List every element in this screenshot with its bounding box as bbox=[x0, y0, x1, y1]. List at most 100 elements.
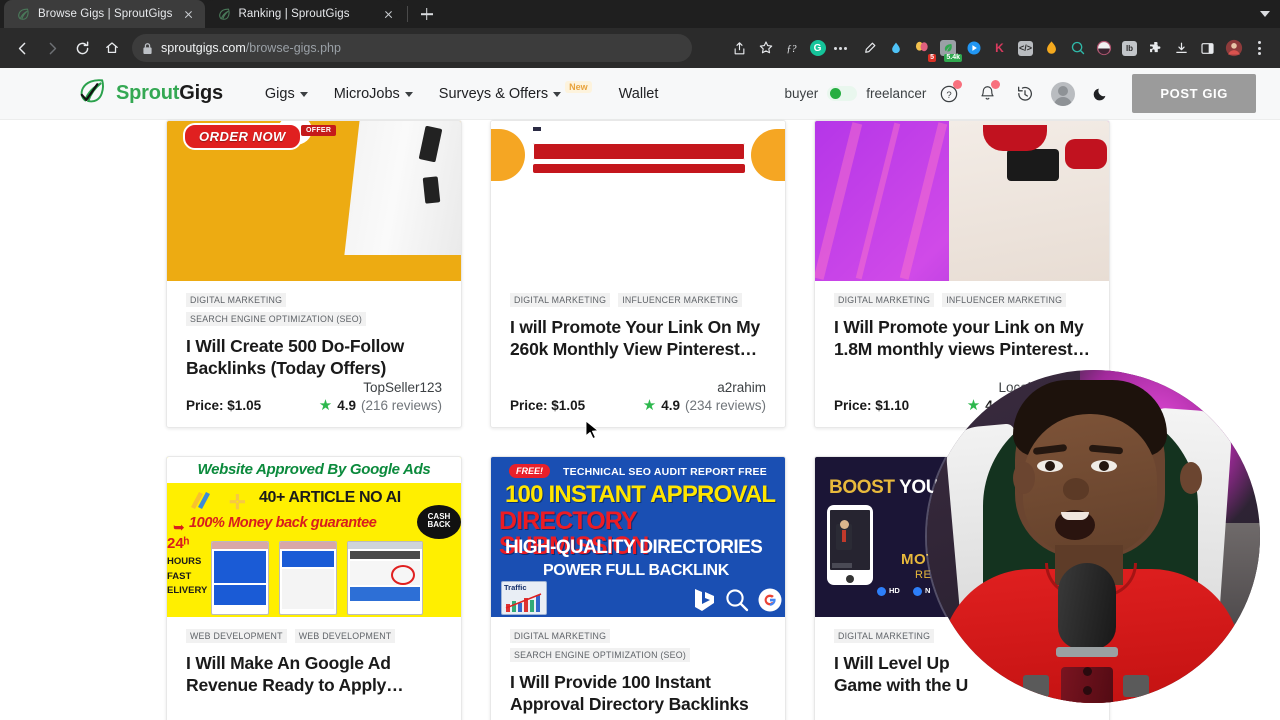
notification-dot bbox=[953, 79, 963, 89]
post-gig-button[interactable]: POST GIG bbox=[1132, 74, 1256, 113]
tab-title-1: Ranking | SproutGigs bbox=[238, 8, 350, 20]
sproutgigs-logo[interactable]: SproutGigs bbox=[76, 76, 223, 112]
thumb-line0: TECHNICAL SEO AUDIT REPORT FREE bbox=[563, 465, 767, 478]
reload-icon[interactable] bbox=[68, 34, 96, 62]
gig-tag[interactable]: DIGITAL MARKETING bbox=[510, 293, 611, 307]
tab-close-icon-1[interactable] bbox=[381, 6, 397, 22]
review-count: (234 reviews) bbox=[684, 397, 766, 413]
address-bar[interactable]: sproutgigs.com/browse-gigs.php bbox=[132, 34, 692, 62]
webcam-overlay bbox=[927, 370, 1260, 703]
gig-tag[interactable]: SEARCH ENGINE OPTIMIZATION (SEO) bbox=[510, 647, 691, 662]
puzzle-extensions-icon[interactable] bbox=[1143, 36, 1168, 61]
chevron-down-icon[interactable] bbox=[1260, 11, 1270, 17]
gig-tag[interactable]: SEARCH ENGINE OPTIMIZATION (SEO) bbox=[186, 312, 367, 326]
gig-thumbnail-2 bbox=[815, 121, 1109, 281]
more-extensions-icon[interactable] bbox=[831, 36, 856, 61]
role-toggle[interactable]: buyer freelancer bbox=[785, 86, 927, 101]
k-extension-icon[interactable]: K bbox=[987, 36, 1012, 61]
site-header: SproutGigs Gigs MicroJobs Surveys & Offe… bbox=[0, 68, 1280, 120]
gig-title-0[interactable]: I Will Create 500 Do-Follow Backlinks (T… bbox=[186, 335, 442, 380]
gig-tag[interactable]: DIGITAL MARKETING bbox=[834, 293, 935, 307]
gig-tags-0: DIGITAL MARKETING SEARCH ENGINE OPTIMIZA… bbox=[186, 293, 442, 326]
rating-value: 4.9 bbox=[661, 397, 680, 413]
font-size-icon[interactable]: ƒ? bbox=[779, 36, 804, 61]
mouse-cursor bbox=[585, 420, 600, 446]
url-text: sproutgigs.com/browse-gigs.php bbox=[161, 41, 341, 55]
order-now-badge: ORDER NOW bbox=[183, 123, 302, 150]
gig-tag[interactable]: DIGITAL MARKETING bbox=[510, 628, 611, 643]
nav-item-surveys-offers[interactable]: Surveys & Offers New bbox=[439, 80, 593, 102]
dark-circle-icon[interactable] bbox=[1091, 36, 1116, 61]
gig-title-2[interactable]: I Will Promote your Link on My 1.8M mont… bbox=[834, 316, 1090, 361]
thumb-line4: POWER FULL BACKLINK bbox=[543, 561, 729, 579]
gig-tags-4: DIGITAL MARKETING SEARCH ENGINE OPTIMIZA… bbox=[510, 628, 766, 662]
gig-title-1[interactable]: I will Promote Your Link On My 260k Mont… bbox=[510, 316, 766, 361]
lock-icon bbox=[142, 42, 153, 55]
browser-tab-0[interactable]: Browse Gigs | SproutGigs bbox=[4, 0, 205, 28]
gig-tag[interactable]: DIGITAL MARKETING bbox=[834, 628, 935, 643]
video-download-icon[interactable] bbox=[961, 36, 986, 61]
ib-extension-icon[interactable]: Ib bbox=[1117, 36, 1142, 61]
balloons-badge: 5 bbox=[928, 53, 936, 62]
gig-tag[interactable]: WEB DEVELOPMENT bbox=[186, 628, 287, 643]
chrome-menu-icon[interactable] bbox=[1247, 36, 1272, 61]
tab-close-icon-0[interactable] bbox=[181, 6, 197, 22]
back-icon[interactable] bbox=[8, 34, 36, 62]
avatar[interactable] bbox=[1048, 79, 1078, 109]
arrow-icon: ➥ bbox=[173, 518, 185, 535]
cashback-badge: CASH BACK bbox=[417, 504, 461, 539]
gig-price-0: Price: $1.05 bbox=[186, 397, 262, 413]
browser-window: Browse Gigs | SproutGigs Ranking | Sprou… bbox=[0, 0, 1280, 720]
main-navigation: Gigs MicroJobs Surveys & Offers New Wall… bbox=[265, 80, 659, 102]
nav-item-wallet[interactable]: Wallet bbox=[619, 86, 659, 102]
gig-tags-3: WEB DEVELOPMENT WEB DEVELOPMENT bbox=[186, 628, 442, 643]
downloads-icon[interactable] bbox=[1169, 36, 1194, 61]
nav-item-gigs[interactable]: Gigs bbox=[265, 86, 308, 102]
gig-seller-1[interactable]: a2rahim bbox=[510, 380, 766, 395]
bing-icon bbox=[695, 588, 714, 611]
tab-strip: Browse Gigs | SproutGigs Ranking | Sprou… bbox=[0, 0, 1280, 28]
grammarly-icon[interactable]: G bbox=[805, 36, 830, 61]
help-icon[interactable]: ? bbox=[934, 79, 964, 109]
gig-tag[interactable]: INFLUENCER MARKETING bbox=[618, 293, 743, 307]
gig-card-0[interactable]: ORDER NOW OFFER DIGITAL MARKETING SEARCH… bbox=[166, 120, 462, 428]
flame-icon[interactable] bbox=[1039, 36, 1064, 61]
magnifier-icon[interactable] bbox=[1065, 36, 1090, 61]
balloons-icon[interactable]: 5 bbox=[909, 36, 936, 62]
bell-icon[interactable] bbox=[972, 79, 1002, 109]
dark-mode-icon[interactable] bbox=[1086, 79, 1116, 109]
role-label-freelancer: freelancer bbox=[866, 86, 927, 101]
google-icon bbox=[758, 588, 782, 612]
gig-tag[interactable]: INFLUENCER MARKETING bbox=[942, 293, 1067, 307]
gig-seller-0[interactable]: TopSeller123 bbox=[186, 380, 442, 395]
eyedropper-icon[interactable] bbox=[857, 36, 882, 61]
gig-title-3[interactable]: I Will Make An Google Ad Revenue Ready t… bbox=[186, 652, 442, 697]
side-panel-icon[interactable] bbox=[1195, 36, 1220, 61]
gig-rating-0: ★ 4.9 (216 reviews) bbox=[319, 398, 442, 413]
chevron-down-icon bbox=[404, 92, 413, 97]
free-badge: FREE! bbox=[509, 463, 550, 478]
gig-card-4[interactable]: FREE! TECHNICAL SEO AUDIT REPORT FREE 10… bbox=[490, 455, 786, 720]
chevron-down-icon bbox=[299, 92, 308, 97]
share-icon[interactable] bbox=[727, 36, 752, 61]
history-icon[interactable] bbox=[1010, 79, 1040, 109]
gig-card-3[interactable]: Website Approved By Google Ads ✛ 40+ ART… bbox=[166, 455, 462, 720]
gig-card-1[interactable]: DIGITAL MARKETING INFLUENCER MARKETING I… bbox=[490, 120, 786, 428]
sprout-counter-icon[interactable]: 5.4k bbox=[935, 36, 962, 62]
browser-tab-1[interactable]: Ranking | SproutGigs bbox=[204, 0, 405, 28]
gig-title-4[interactable]: I Will Provide 100 Instant Approval Dire… bbox=[510, 671, 766, 720]
water-drop-icon[interactable] bbox=[883, 36, 908, 61]
home-icon[interactable] bbox=[98, 34, 126, 62]
url-domain: sproutgigs.com bbox=[161, 41, 246, 55]
code-icon[interactable]: </> bbox=[1013, 36, 1038, 61]
gig-tag[interactable]: DIGITAL MARKETING bbox=[186, 293, 287, 307]
nav-item-microjobs[interactable]: MicroJobs bbox=[334, 86, 413, 102]
microphone-icon bbox=[1055, 563, 1119, 703]
role-switch[interactable] bbox=[827, 86, 858, 101]
new-tab-button[interactable] bbox=[414, 1, 440, 27]
gig-tag[interactable]: WEB DEVELOPMENT bbox=[294, 628, 396, 643]
bookmark-star-icon[interactable] bbox=[753, 36, 778, 61]
profile-avatar-icon[interactable] bbox=[1221, 36, 1246, 61]
forward-icon[interactable] bbox=[38, 34, 66, 62]
thumb-hours: 24ʰ bbox=[167, 534, 190, 552]
